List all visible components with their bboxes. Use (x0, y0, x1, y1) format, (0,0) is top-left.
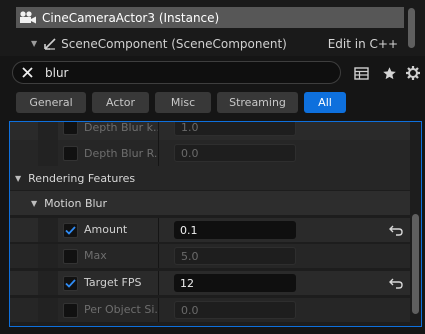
property-value-field[interactable]: 12 (174, 274, 296, 292)
gear-icon[interactable] (404, 64, 422, 82)
tab-streaming[interactable]: Streaming (217, 92, 298, 113)
property-value-field[interactable]: 0.0 (174, 301, 296, 319)
property-label: Target FPS (84, 276, 142, 289)
tab-misc[interactable]: Misc (155, 92, 211, 113)
enable-checkbox[interactable] (63, 223, 78, 238)
enable-checkbox[interactable] (63, 146, 78, 161)
property-value-field[interactable]: 0.1 (174, 221, 296, 239)
enable-checkbox[interactable] (63, 303, 78, 318)
scene-component-icon (43, 37, 57, 51)
property-value-field[interactable]: 5.0 (174, 247, 296, 265)
property-value-field[interactable]: 1.0 (174, 122, 296, 136)
reset-arrow-icon[interactable] (388, 275, 404, 291)
property-row-max: Max 5.0 (10, 244, 410, 268)
property-label: Max (84, 249, 107, 262)
property-label: Per Object Si... (84, 303, 165, 316)
details-panel: Depth Blur k... 1.0 Depth Blur R... 0.0 … (9, 121, 422, 327)
tree-scrollbar[interactable] (408, 8, 415, 48)
property-label: Depth Blur R... (84, 147, 165, 160)
property-row-per-object-size: Per Object Si... 0.0 (10, 298, 410, 322)
category-motion-blur[interactable]: ▼ Motion Blur (10, 191, 410, 215)
property-value-field[interactable]: 0.0 (174, 144, 296, 162)
tree-item-label: SceneComponent (SceneComponent) (61, 36, 287, 51)
enable-checkbox[interactable] (63, 276, 78, 291)
property-label: Depth Blur k... (84, 121, 164, 134)
camera-actor-icon (18, 11, 38, 24)
tab-all[interactable]: All (304, 92, 346, 113)
category-label: Motion Blur (44, 196, 108, 210)
close-icon[interactable] (13, 62, 41, 83)
property-row-amount: Amount 0.1 (10, 218, 410, 242)
category-label: Rendering Features (28, 171, 136, 185)
property-row-target-fps: Target FPS 12 (10, 271, 410, 295)
search-value[interactable]: blur (45, 66, 69, 80)
property-label: Amount (84, 223, 128, 236)
reset-arrow-icon[interactable] (388, 222, 404, 238)
tree-item-camera-actor[interactable]: CineCameraActor3 (Instance) (16, 7, 404, 28)
star-icon[interactable] (380, 64, 398, 82)
tab-general[interactable]: General (16, 92, 86, 113)
property-row-depth-blur-k: Depth Blur k... 1.0 (10, 121, 410, 140)
tree-item-label: CineCameraActor3 (Instance) (42, 10, 220, 25)
details-scrollbar[interactable] (412, 214, 419, 314)
enable-checkbox[interactable] (63, 249, 78, 264)
collapse-arrow-icon[interactable]: ▼ (31, 199, 37, 208)
tab-actor[interactable]: Actor (92, 92, 149, 113)
edit-in-cpp-link[interactable]: Edit in C++ (328, 37, 398, 51)
enable-checkbox[interactable] (63, 122, 78, 135)
collapse-arrow-icon[interactable]: ▼ (15, 174, 21, 183)
search-input[interactable]: blur (12, 61, 341, 84)
property-row-depth-blur-r: Depth Blur R... 0.0 (10, 140, 410, 166)
category-rendering-features[interactable]: ▼ Rendering Features (10, 166, 410, 190)
component-tree: CineCameraActor3 (Instance) ▼ SceneCompo… (0, 0, 425, 56)
tree-item-scene-component[interactable]: ▼ SceneComponent (SceneComponent) Edit i… (16, 33, 404, 54)
table-view-icon[interactable] (352, 64, 370, 82)
collapse-arrow-icon[interactable]: ▼ (31, 39, 37, 48)
